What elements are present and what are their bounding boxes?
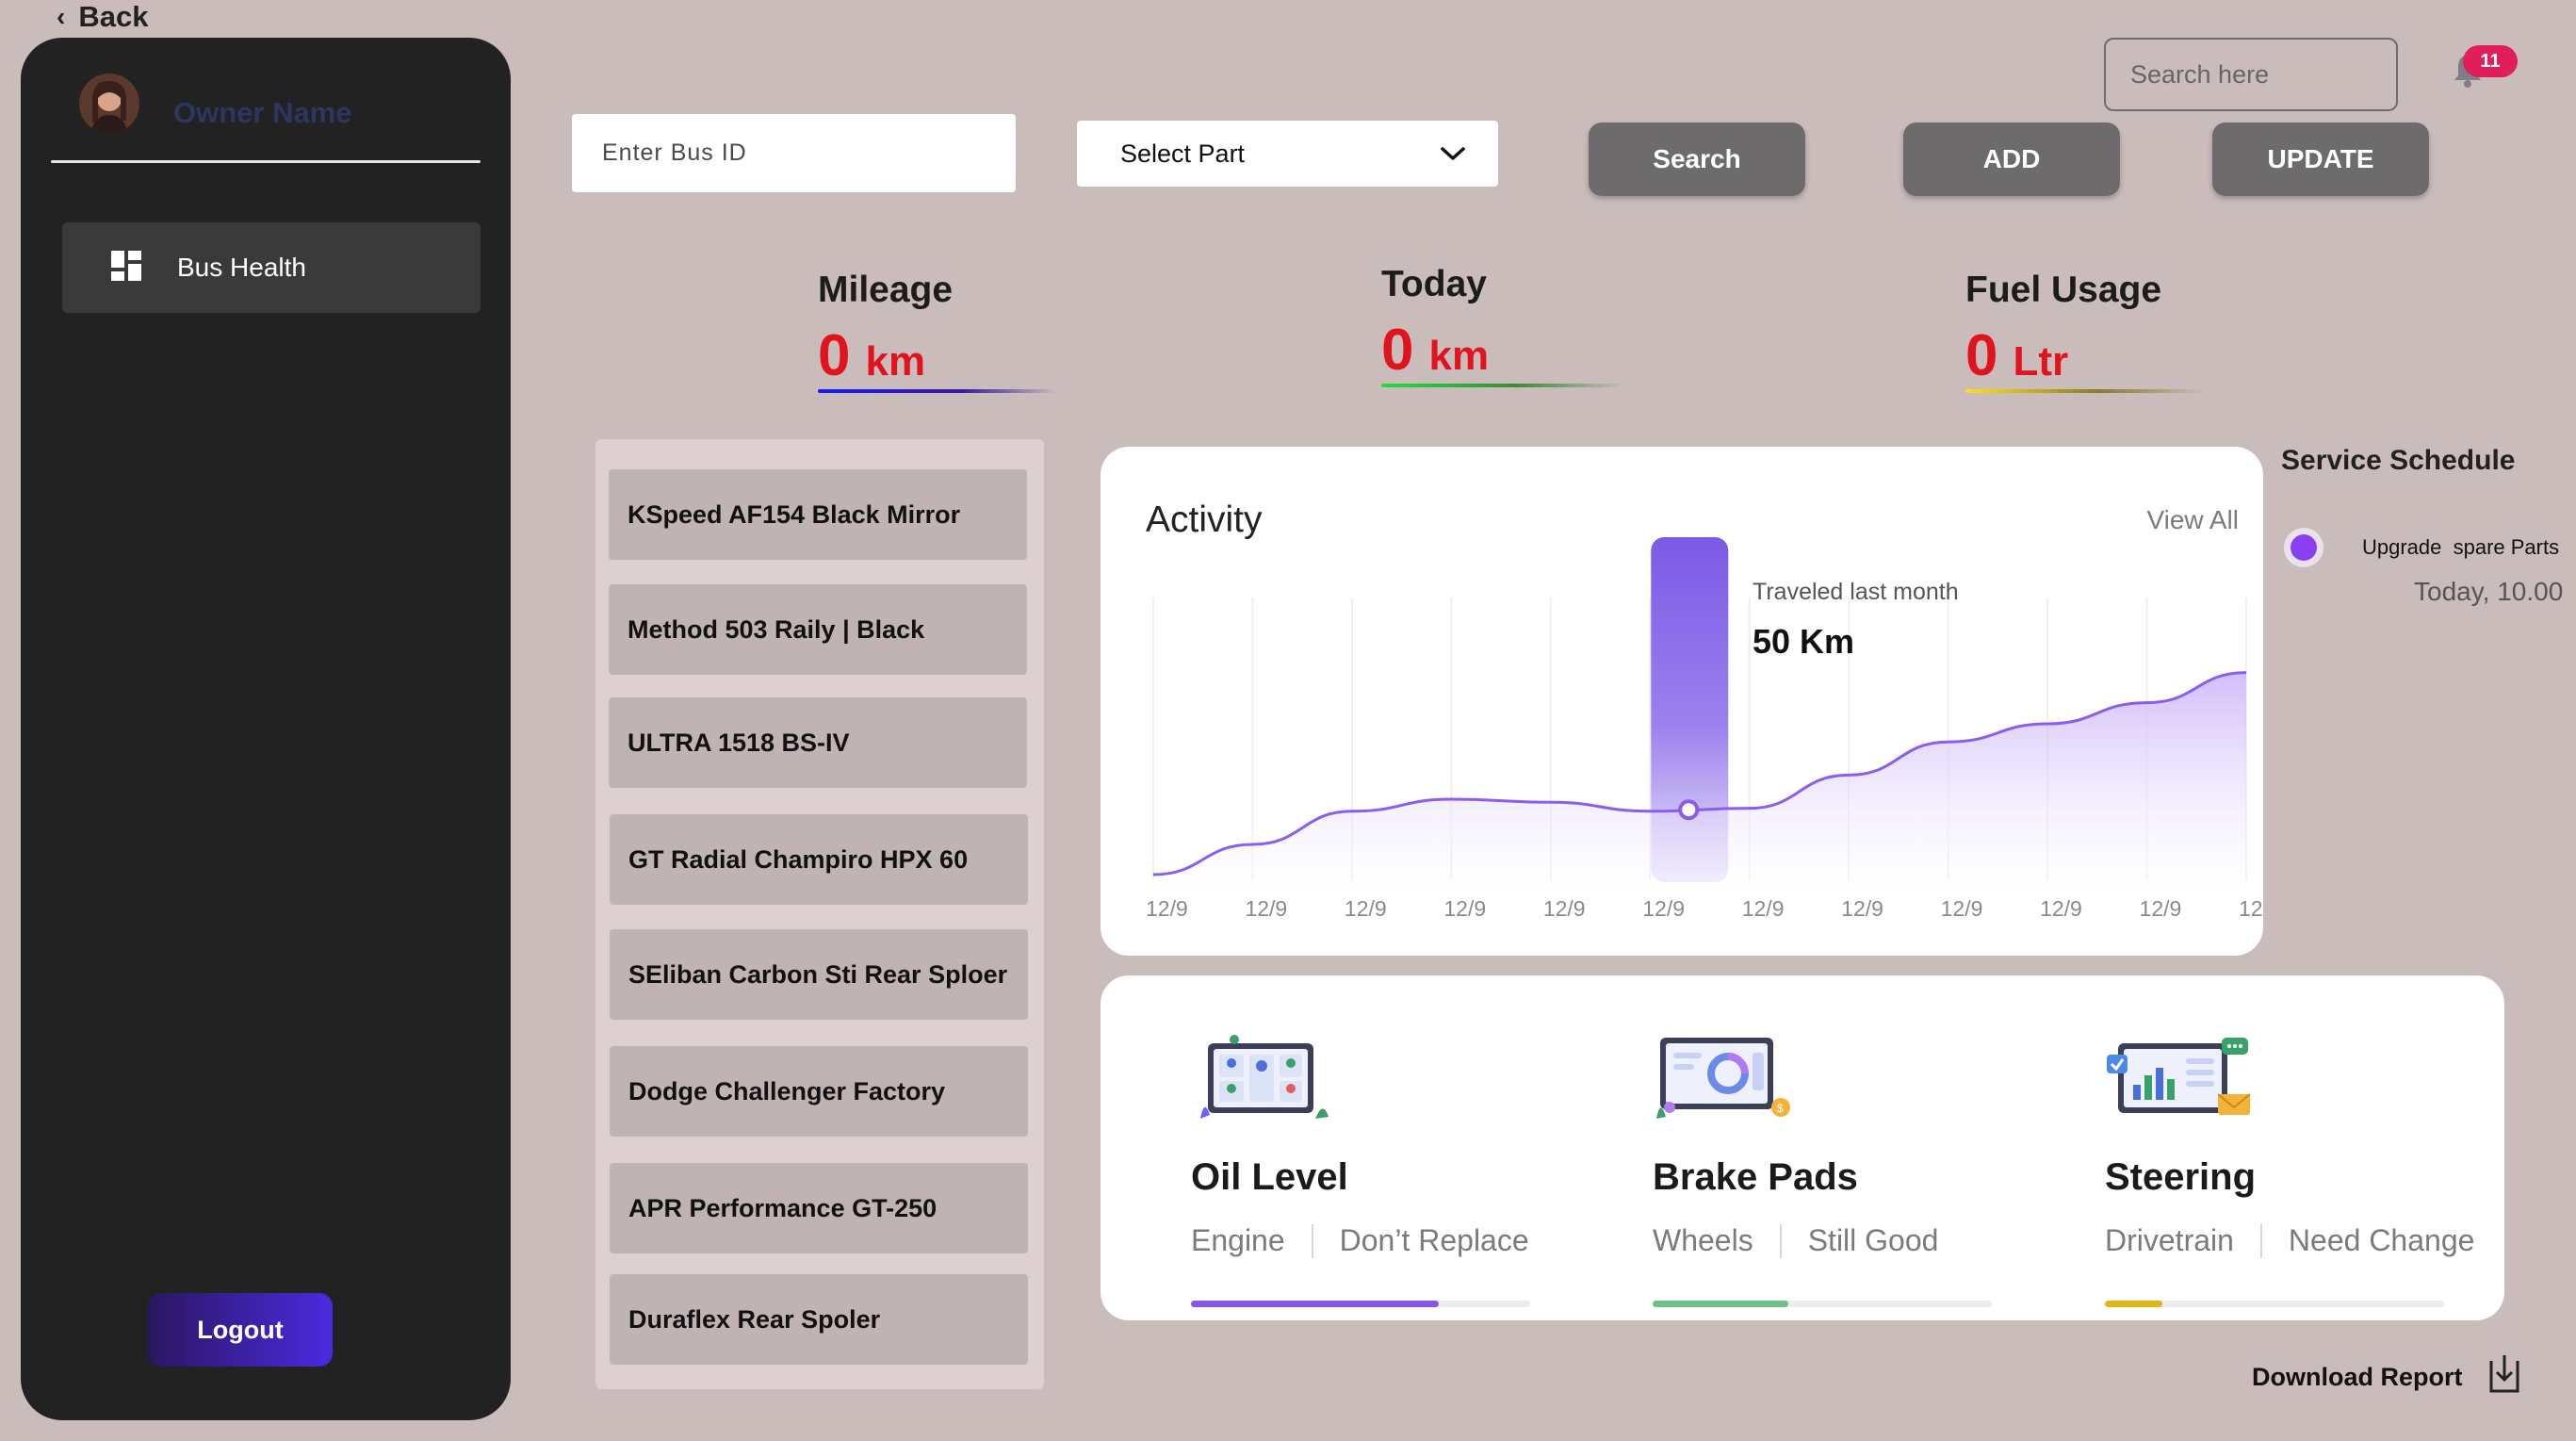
notification-badge: 11 xyxy=(2463,45,2518,77)
health-card: Oil Level Engine Don’t Replace $ Brake P… xyxy=(1101,975,2504,1320)
x-tick-label: 12/9 xyxy=(1841,896,1883,921)
search-input[interactable] xyxy=(2104,38,2398,111)
update-button[interactable]: UPDATE xyxy=(2212,123,2429,196)
health-title: Steering xyxy=(2105,1156,2257,1198)
health-progress-track xyxy=(1653,1301,1992,1307)
stat-underline xyxy=(1965,389,2207,393)
health-progress-fill xyxy=(2105,1301,2163,1307)
bus-id-input[interactable] xyxy=(572,114,1016,192)
sidebar: Owner Name Bus Health Logout xyxy=(21,38,511,1420)
x-tick-label: 12/9 xyxy=(1345,896,1387,921)
chevron-left-icon: ‹ xyxy=(57,2,66,31)
list-item[interactable]: ULTRA 1518 BS-IV xyxy=(609,697,1027,788)
x-tick-label: 12/9 xyxy=(2140,896,2182,921)
schedule-item-label[interactable]: Upgrade spare Parts xyxy=(2362,535,2559,560)
x-tick-label: 12/9 xyxy=(1742,896,1785,921)
stat-unit: Ltr xyxy=(2013,338,2069,385)
health-title: Brake Pads xyxy=(1653,1156,1858,1198)
list-item[interactable]: KSpeed AF154 Black Mirror xyxy=(609,469,1027,560)
x-tick-label: 12/9 xyxy=(1941,896,1983,921)
divider xyxy=(51,160,481,163)
list-item[interactable]: APR Performance GT-250 xyxy=(610,1163,1028,1253)
health-title: Oil Level xyxy=(1191,1156,1348,1198)
stat-underline xyxy=(1381,384,1626,387)
chevron-down-icon xyxy=(1440,139,1466,169)
search-button[interactable]: Search xyxy=(1589,123,1805,196)
list-item[interactable]: SEliban Carbon Sti Rear Sploer xyxy=(610,929,1028,1020)
x-tick-label: 12/9 xyxy=(1543,896,1586,921)
highlight-point[interactable] xyxy=(1678,799,1700,821)
divider xyxy=(1779,1223,1782,1258)
logout-button[interactable]: Logout xyxy=(148,1293,333,1367)
part-select-value: Select Part xyxy=(1120,139,1246,168)
x-tick-label: 12/9 xyxy=(1146,896,1188,921)
download-icon xyxy=(2486,1353,2523,1401)
chart-dashboard-illustration-icon: $ xyxy=(1653,1032,1803,1127)
stat-title: Fuel Usage xyxy=(1965,270,2162,310)
list-item[interactable]: Method 503 Raily | Black xyxy=(609,584,1027,675)
x-tick-label: 12/9 xyxy=(1245,896,1287,921)
stat-mileage: Mileage 0 km xyxy=(818,270,1057,393)
back-link[interactable]: ‹ Back xyxy=(57,0,148,34)
stat-underline xyxy=(818,389,1057,393)
sidebar-item-label: Bus Health xyxy=(177,253,306,282)
parts-list: KSpeed AF154 Black Mirror Method 503 Rai… xyxy=(595,439,1044,1389)
stat-fuel: Fuel Usage 0 Ltr xyxy=(1965,270,2207,393)
part-select[interactable]: Select Part xyxy=(1077,121,1498,187)
health-progress-fill xyxy=(1653,1301,1788,1307)
list-item[interactable]: Dodge Challenger Factory xyxy=(610,1046,1028,1137)
team-dashboard-illustration-icon xyxy=(1191,1032,1332,1127)
x-tick-label: 12/9 xyxy=(1642,896,1685,921)
analytics-dashboard-illustration-icon xyxy=(2105,1032,2256,1127)
stat-title: Today xyxy=(1381,264,1487,304)
service-schedule-title: Service Schedule xyxy=(2281,445,2516,476)
stat-title: Mileage xyxy=(818,270,954,310)
activity-card: Activity View All 12/9 12/9 12/9 12/9 12/9 12… xyxy=(1101,447,2263,956)
health-status: Still Good xyxy=(1807,1223,1939,1257)
health-item-steering[interactable]: Steering Drivetrain Need Change xyxy=(2105,975,2501,1320)
svg-text:$: $ xyxy=(1777,1102,1784,1115)
health-category: Engine xyxy=(1191,1223,1285,1257)
tooltip-label: Traveled last month xyxy=(1753,579,1959,605)
dashboard-icon xyxy=(111,250,141,286)
health-progress-track xyxy=(2105,1301,2444,1307)
list-item[interactable]: GT Radial Champiro HPX 60 xyxy=(610,814,1028,905)
stat-value: 0 xyxy=(818,323,851,388)
x-tick-label: 12/9 xyxy=(1443,896,1486,921)
download-report-button[interactable]: Download Report xyxy=(2252,1353,2523,1401)
add-button[interactable]: ADD xyxy=(1903,123,2120,196)
back-label: Back xyxy=(78,0,149,33)
health-status: Need Change xyxy=(2288,1223,2475,1257)
avatar[interactable] xyxy=(79,74,139,134)
tooltip-value: 50 Km xyxy=(1753,622,1855,661)
health-status: Don’t Replace xyxy=(1339,1223,1529,1257)
stat-unit: km xyxy=(1428,333,1490,379)
divider xyxy=(2259,1223,2262,1258)
schedule-dot-icon xyxy=(2284,528,2323,567)
stat-today: Today 0 km xyxy=(1381,264,1626,387)
divider xyxy=(1311,1223,1313,1258)
stat-unit: km xyxy=(865,338,926,385)
download-label: Download Report xyxy=(2252,1363,2463,1391)
health-item-oil-level[interactable]: Oil Level Engine Don’t Replace xyxy=(1191,975,1568,1320)
stat-value: 0 xyxy=(1381,318,1414,383)
health-progress-fill xyxy=(1191,1301,1439,1307)
list-item[interactable]: Duraflex Rear Spoler xyxy=(610,1274,1028,1365)
health-item-brake-pads[interactable]: $ Brake Pads Wheels Still Good xyxy=(1653,975,2030,1320)
sidebar-item-bus-health[interactable]: Bus Health xyxy=(62,222,481,313)
owner-name: Owner Name xyxy=(173,96,352,129)
health-category: Wheels xyxy=(1653,1223,1753,1257)
stat-value: 0 xyxy=(1965,323,1998,388)
health-category: Drivetrain xyxy=(2105,1223,2234,1257)
health-progress-track xyxy=(1191,1301,1530,1307)
x-tick-label: 12/9 xyxy=(2040,896,2082,921)
activity-chart: 12/9 12/9 12/9 12/9 12/9 12/9 12/9 12/9 12/9 12/9… xyxy=(1146,537,2263,921)
schedule-item-time: Today, 10.00 xyxy=(2414,577,2564,606)
x-tick-label: 12/9 xyxy=(2239,896,2263,921)
